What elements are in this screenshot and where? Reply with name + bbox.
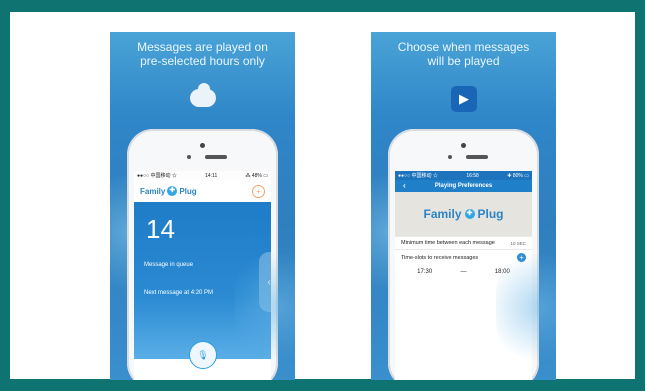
status-carrier: ●●○○ 中国移动 ☆ <box>398 173 438 179</box>
logo-banner: Family ✚ Plug <box>395 192 532 236</box>
phone-screen: ●●○○ 中国移动 ☆ 14:11 ⁂ 48% ▭ Family ✚ Plug … <box>134 171 271 380</box>
phone-earpiece <box>205 155 227 159</box>
timeslots-row: Time-slots to receive messages + <box>395 249 532 265</box>
status-bar: ●●○○ 中国移动 ☆ 16:58 ✚ 80% ▭ <box>395 171 532 180</box>
back-chevron-icon[interactable]: ‹ <box>403 181 406 190</box>
timeslots-label: Time-slots to receive messages <box>401 254 479 261</box>
min-time-value: 10 SEC <box>510 240 526 246</box>
status-carrier: ●●○○ 中国移动 ☆ <box>137 173 177 179</box>
chevron-left-icon[interactable]: ‹ <box>259 252 271 312</box>
logo-text: Family <box>140 186 166 196</box>
min-time-row[interactable]: Minimum time between each message 10 SEC <box>395 236 532 249</box>
familyplug-logo: Family ✚ Plug <box>423 207 503 221</box>
phone-earpiece <box>466 155 488 159</box>
cloud-clock-icon <box>190 83 216 112</box>
screen-title: Playing Preferences <box>434 183 493 189</box>
logo-subtext: Plug <box>477 207 504 221</box>
plus-icon[interactable]: + <box>252 184 265 198</box>
timeslot-separator: — <box>460 269 467 275</box>
min-time-label: Minimum time between each message <box>401 240 495 246</box>
status-time: 16:58 <box>466 172 479 179</box>
queue-label: Message in queue <box>144 262 194 268</box>
screen-title-bar: ‹ Playing Preferences <box>395 180 532 192</box>
phone-camera <box>448 155 452 159</box>
phone-mockup: ●●○○ 中国移动 ☆ 14:11 ⁂ 48% ▭ Family ✚ Plug … <box>127 129 278 380</box>
status-time: 14:11 <box>205 172 218 179</box>
content-frame: Messages are played on pre-selected hour… <box>10 12 635 380</box>
timeslot-start: 17:30 <box>417 269 433 275</box>
app-bar: Family ✚ Plug + <box>134 180 271 202</box>
headline-line-2: pre-selected hours only <box>140 54 265 68</box>
timeslot-range[interactable]: 17:30 — 18:00 <box>395 265 532 279</box>
message-queue-panel: 14 Message in queue Next message at 4:20… <box>134 202 271 359</box>
logo-subtext: Plug <box>179 186 197 196</box>
phone-speaker <box>200 143 205 148</box>
queue-count: 14 <box>146 214 175 244</box>
headline-line-1: Messages are played on <box>137 40 268 54</box>
next-message-label: Next message at 4:20 PM <box>144 290 214 296</box>
status-battery: ⁂ 48% ▭ <box>245 172 268 179</box>
logo-text: Family <box>423 207 462 221</box>
add-timeslot-button[interactable]: + <box>517 253 526 262</box>
phone-speaker <box>461 143 466 148</box>
phone-camera <box>187 155 191 159</box>
play-icon: ▶ <box>451 86 477 112</box>
logo-heart-icon: ✚ <box>464 209 475 219</box>
logo-heart-icon: ✚ <box>167 186 178 196</box>
headline-line-2: will be played <box>427 54 500 68</box>
mic-button[interactable]: 🎙 <box>189 341 217 369</box>
status-battery: ✚ 80% ▭ <box>507 172 529 179</box>
status-bar: ●●○○ 中国移动 ☆ 14:11 ⁂ 48% ▭ <box>134 171 271 180</box>
familyplug-logo: Family ✚ Plug <box>140 186 197 196</box>
promo-panel-right: Choose when messages will be played ▶ ●●… <box>371 32 556 380</box>
phone-screen: ●●○○ 中国移动 ☆ 16:58 ✚ 80% ▭ ‹ Playing Pref… <box>395 171 532 380</box>
phone-mockup: ●●○○ 中国移动 ☆ 16:58 ✚ 80% ▭ ‹ Playing Pref… <box>388 129 539 380</box>
headline-line-1: Choose when messages <box>397 40 530 54</box>
promo-panel-left: Messages are played on pre-selected hour… <box>110 32 295 380</box>
timeslot-end: 18:00 <box>494 269 510 275</box>
